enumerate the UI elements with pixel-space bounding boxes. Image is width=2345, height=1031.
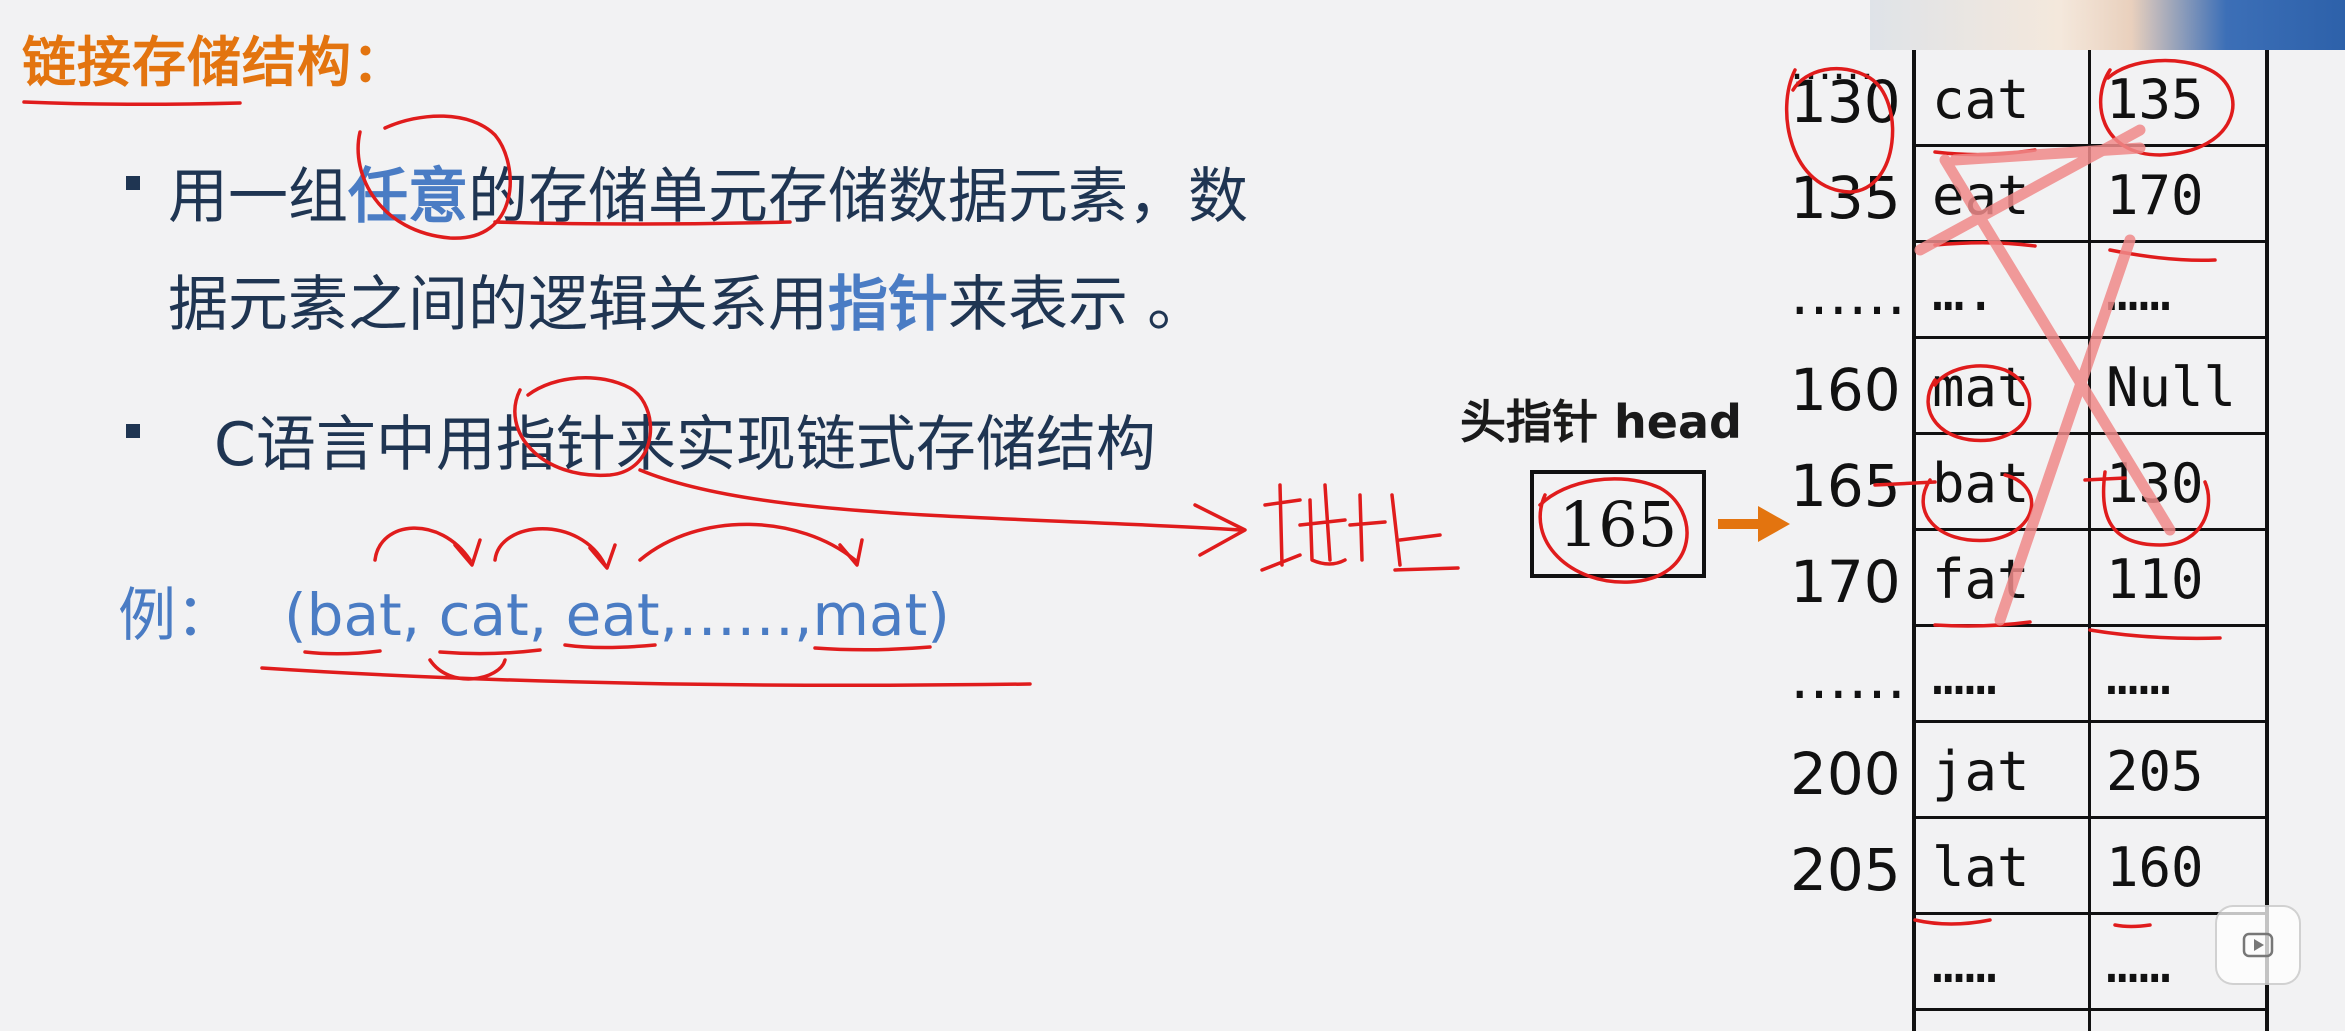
play-icon <box>2242 932 2274 958</box>
memory-address: 200 <box>1790 740 1901 808</box>
memory-next-cell: 205 <box>2106 740 2204 803</box>
table-row-divider <box>1912 816 2269 819</box>
memory-next-cell: …… <box>2106 644 2172 707</box>
memory-data-cell: …… <box>1932 932 1998 995</box>
memory-next-cell: 170 <box>2106 164 2204 227</box>
memory-address: …… <box>1790 260 1906 328</box>
table-column-divider <box>2088 50 2091 1031</box>
memory-table: …… 130 cat 135 135 eat 170 …… …. …… 160 mat Null 165 b… <box>0 0 2345 1031</box>
memory-address: 160 <box>1790 356 1901 424</box>
memory-data-cell: jat <box>1932 740 2030 803</box>
table-row-divider <box>1912 336 2269 339</box>
memory-address: 170 <box>1790 548 1901 616</box>
table-border-left <box>1912 50 1916 1031</box>
memory-next-cell: 135 <box>2106 68 2204 131</box>
memory-data-cell: lat <box>1932 836 2030 899</box>
table-row-divider <box>1912 144 2269 147</box>
table-row-divider <box>1912 240 2269 243</box>
memory-data-cell: …… <box>1932 644 1998 707</box>
memory-next-cell: 110 <box>2106 548 2204 611</box>
memory-address: 130 <box>1790 68 1901 136</box>
table-row-divider <box>1912 912 2269 915</box>
memory-address: 165 <box>1790 452 1901 520</box>
memory-address: …… <box>1790 644 1906 712</box>
memory-data-cell: …. <box>1932 260 1998 323</box>
memory-address: 205 <box>1790 836 1901 904</box>
table-row-divider <box>1912 432 2269 435</box>
memory-data-cell: mat <box>1932 356 2030 419</box>
table-row-divider <box>1912 528 2269 531</box>
memory-data-cell: bat <box>1932 452 2030 515</box>
table-row-divider <box>1912 1008 2269 1011</box>
memory-data-cell: fat <box>1932 548 2030 611</box>
memory-address: 135 <box>1790 164 1901 232</box>
memory-next-cell: 130 <box>2106 452 2204 515</box>
memory-next-cell: …… <box>2106 932 2172 995</box>
table-row-divider <box>1912 720 2269 723</box>
table-border-right <box>2265 50 2269 1031</box>
play-button[interactable] <box>2215 905 2301 985</box>
table-row-divider <box>1912 624 2269 627</box>
memory-data-cell: cat <box>1932 68 2030 131</box>
memory-next-cell: …… <box>2106 260 2172 323</box>
memory-next-cell: 160 <box>2106 836 2204 899</box>
memory-data-cell: eat <box>1932 164 2030 227</box>
memory-next-cell: Null <box>2106 356 2237 419</box>
